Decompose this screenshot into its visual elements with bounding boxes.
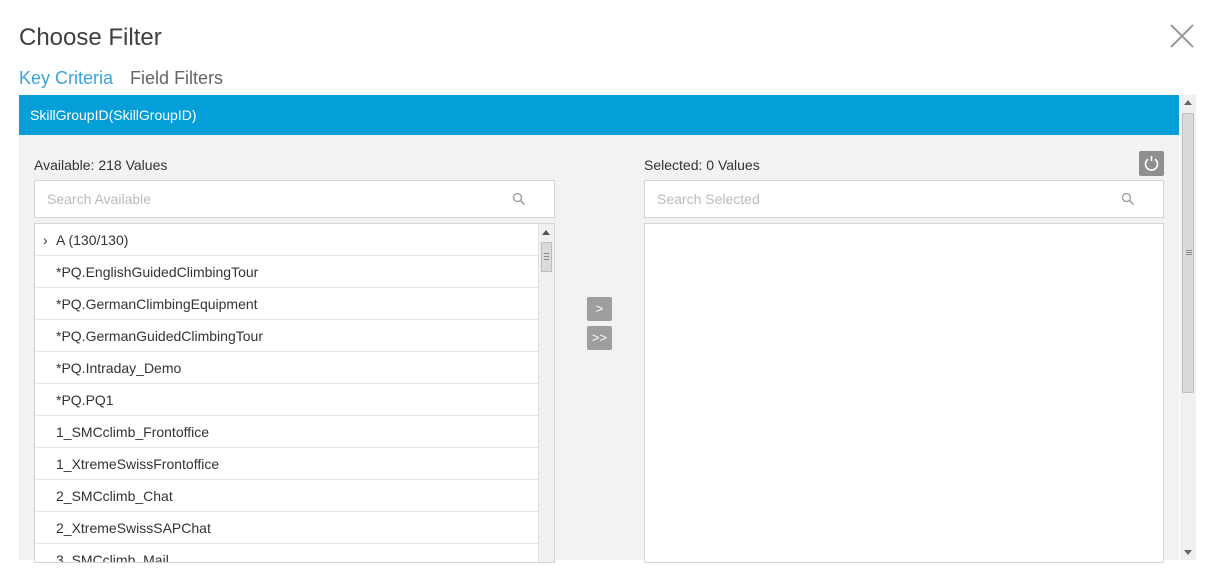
tab-key-criteria[interactable]: Key Criteria <box>19 68 113 89</box>
available-count: Available: 218 Values <box>34 157 168 173</box>
list-item[interactable]: 1_SMCclimb_Frontoffice <box>35 416 538 448</box>
dialog-scrollbar[interactable] <box>1180 95 1196 560</box>
refresh-icon <box>1144 156 1159 171</box>
list-item[interactable]: *PQ.EnglishGuidedClimbingTour <box>35 256 538 288</box>
add-all-button[interactable]: >> <box>587 326 612 350</box>
filter-panel: Available: 218 Values ›A (130/130) *PQ.E… <box>19 135 1179 563</box>
list-item[interactable]: 2_XtremeSwissSAPChat <box>35 512 538 544</box>
scrollbar-thumb[interactable] <box>1182 113 1194 393</box>
list-scroll-up-icon[interactable] <box>542 230 550 235</box>
list-item[interactable]: *PQ.GermanClimbingEquipment <box>35 288 538 320</box>
list-group-row[interactable]: › A (130/130) <box>35 224 538 256</box>
list-item[interactable]: *PQ.Intraday_Demo <box>35 352 538 384</box>
tab-field-filters[interactable]: Field Filters <box>130 68 223 89</box>
list-scrollbar-thumb[interactable] <box>541 242 552 272</box>
list-item[interactable]: *PQ.PQ1 <box>35 384 538 416</box>
search-icon <box>512 192 526 206</box>
search-available-box[interactable] <box>34 180 555 218</box>
selected-list <box>644 223 1164 563</box>
add-selected-button[interactable]: > <box>587 297 612 321</box>
search-available-input[interactable] <box>47 191 487 207</box>
dialog-title: Choose Filter <box>19 24 162 51</box>
selected-count: Selected: 0 Values <box>644 157 760 173</box>
search-icon <box>1121 192 1135 206</box>
search-selected-box[interactable] <box>644 180 1164 218</box>
list-scrollbar[interactable] <box>538 224 554 562</box>
available-list: › A (130/130) *PQ.EnglishGuidedClimbingTo… <box>34 223 555 563</box>
tab-bar: Key Criteria Field Filters <box>19 68 235 89</box>
list-item[interactable]: 3_SMCclimb_Mail <box>35 544 538 562</box>
scroll-down-arrow-icon[interactable] <box>1184 550 1192 555</box>
refresh-button[interactable] <box>1139 151 1164 176</box>
list-item[interactable]: 2_SMCclimb_Chat <box>35 480 538 512</box>
list-item[interactable]: 1_XtremeSwissFrontoffice <box>35 448 538 480</box>
list-item[interactable]: *PQ.GermanGuidedClimbingTour <box>35 320 538 352</box>
criteria-header[interactable]: SkillGroupID(SkillGroupID) <box>19 95 1179 135</box>
close-icon[interactable] <box>1168 22 1196 50</box>
chevron-right-icon[interactable]: › <box>43 224 56 256</box>
search-selected-input[interactable] <box>657 191 1097 207</box>
scroll-up-arrow-icon[interactable] <box>1184 100 1192 105</box>
